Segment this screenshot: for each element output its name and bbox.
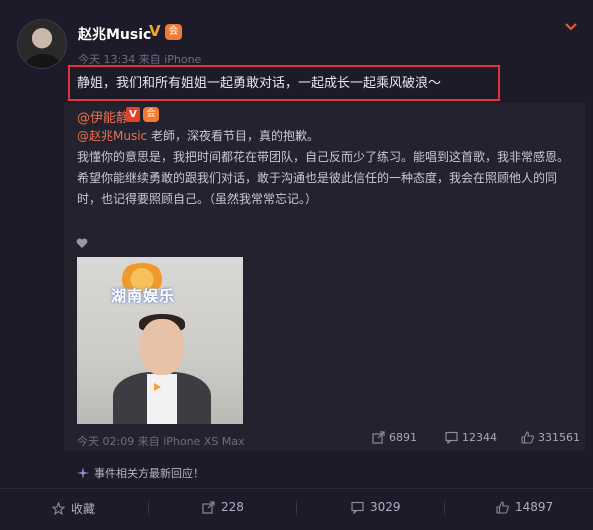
play-icon[interactable] [152, 377, 162, 391]
comment-button[interactable]: 3029 [351, 500, 401, 514]
repost-author-name[interactable]: @伊能静 [77, 107, 129, 126]
share-button-count: 228 [221, 500, 244, 514]
repost-meta: 今天 02:09 来自 iPhone XS Max [77, 435, 245, 448]
action-separator [296, 501, 297, 515]
share-icon [372, 431, 385, 444]
comment-count: 12344 [462, 431, 497, 444]
verified-badge-icon: V [149, 22, 161, 40]
post-text: 静姐，我们和所有姐姐一起勇敢对话，一起成长一起乘风破浪～ [77, 76, 442, 91]
comment-icon [445, 431, 458, 444]
repost-like-count[interactable]: 331561 [521, 431, 580, 444]
repost-text: @赵兆Music 老師，深夜看节目，真的抱歉。 我懂你的意思是，我把时间都花在带… [77, 126, 581, 210]
like-count: 331561 [538, 431, 580, 444]
repost-comment-count[interactable]: 12344 [445, 431, 497, 444]
like-button[interactable]: 14897 [496, 500, 553, 514]
repost-text-line-4: 时，也记得要照顾自己。（虽然我常常忘记。） [77, 192, 318, 206]
action-separator [444, 501, 445, 515]
star-icon [52, 502, 65, 515]
divider [0, 488, 593, 489]
like-icon [521, 431, 534, 444]
favorite-button[interactable]: 收藏 [52, 500, 95, 517]
share-count: 6891 [389, 431, 417, 444]
heart-icon[interactable] [76, 234, 88, 248]
event-notice-text: 事件相关方最新回应！ [94, 467, 204, 480]
sparkle-icon [77, 467, 89, 479]
like-icon [496, 500, 509, 514]
comment-icon [351, 501, 364, 514]
repost-text-line-3: 希望你能继续勇敢的跟我们对话，敢于沟通也是彼此信任的一种态度，我会在照顾他人的同 [77, 171, 558, 185]
repost-text-line-2: 我懂你的意思是，我把时间都花在带团队，自己反而少了练习。能唱到这首歌，我非常感恩… [77, 150, 570, 164]
like-button-count: 14897 [515, 500, 554, 514]
avatar[interactable] [17, 19, 67, 69]
mention-link[interactable]: @赵兆Music [77, 129, 147, 143]
video-logo-text: 湖南娱乐 [111, 287, 176, 305]
repost-text-line-1: @赵兆Music 老師，深夜看节目，真的抱歉。 [77, 126, 581, 147]
comment-button-count: 3029 [370, 500, 401, 514]
favorite-label: 收藏 [71, 502, 96, 516]
video-thumbnail[interactable]: 湖南娱乐 [77, 257, 243, 424]
repost-text-line-1-rest: 老師，深夜看节目，真的抱歉。 [147, 129, 319, 143]
share-icon [202, 500, 215, 514]
event-notice[interactable]: 事件相关方最新回应！ [77, 465, 204, 481]
share-button[interactable]: 228 [202, 500, 244, 514]
repost-share-count[interactable]: 6891 [372, 431, 417, 444]
chevron-down-icon[interactable] [563, 18, 579, 34]
post-author-name[interactable]: 赵兆Music [78, 24, 151, 44]
verified-badge-icon: V [126, 107, 140, 122]
member-badge-icon: 会 [143, 107, 159, 122]
person-face [140, 319, 184, 375]
member-badge-icon: 会 [165, 24, 182, 40]
action-separator [148, 501, 149, 515]
